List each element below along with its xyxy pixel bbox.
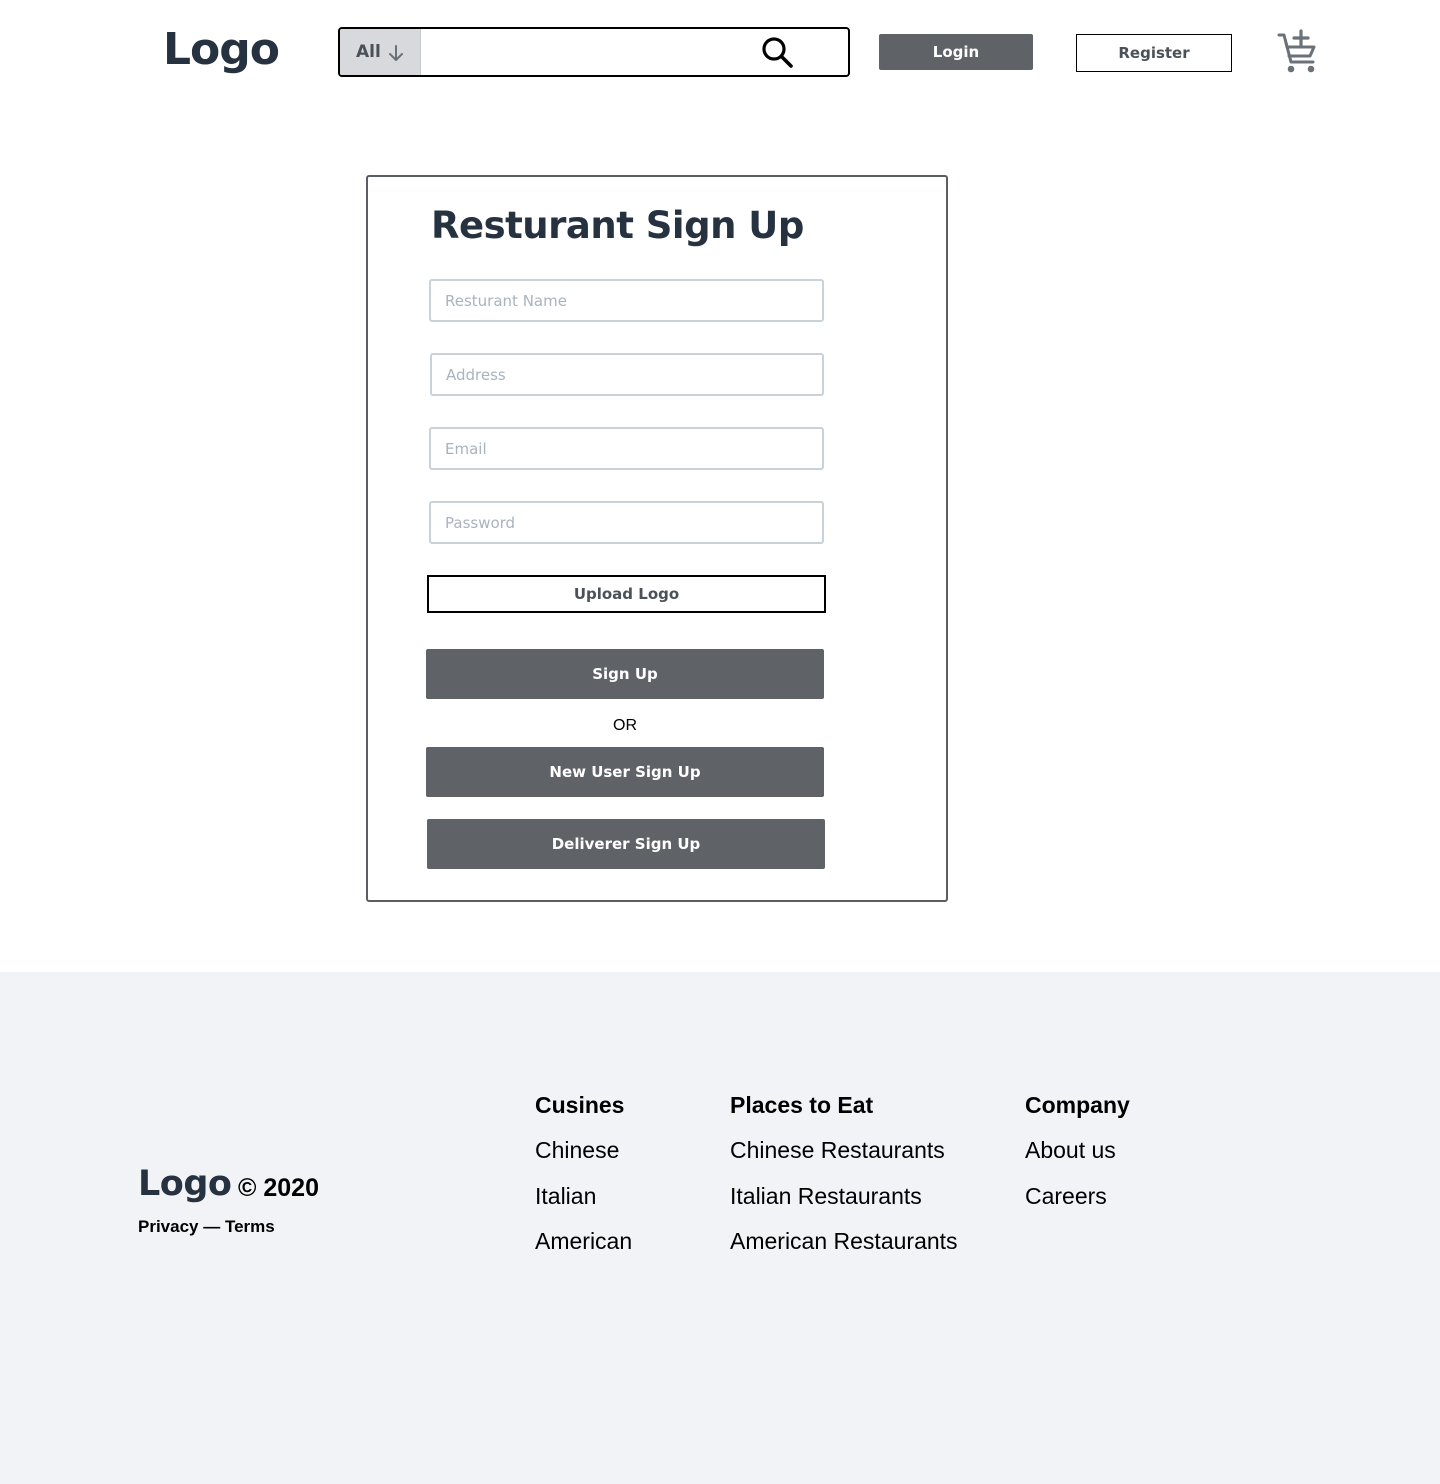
search-input[interactable] [424, 29, 748, 75]
footer-column-title: Company [1025, 1092, 1130, 1118]
footer-column-cuisines: Cusines Chinese Italian American [535, 1090, 632, 1273]
footer-link-chinese[interactable]: Chinese [535, 1136, 632, 1165]
search-category-dropdown[interactable]: All [340, 29, 421, 75]
signup-button[interactable]: Sign Up [426, 649, 824, 699]
footer-column-title: Places to Eat [730, 1092, 874, 1118]
footer-column-company: Company About us Careers [1025, 1090, 1130, 1227]
register-button[interactable]: Register [1076, 34, 1232, 72]
footer-copyright: © 2020 [238, 1174, 319, 1202]
login-button[interactable]: Login [879, 34, 1033, 70]
email-field[interactable] [429, 427, 824, 470]
footer-link-american[interactable]: American [535, 1227, 632, 1256]
footer-link-italian[interactable]: Italian [535, 1182, 632, 1211]
upload-logo-button[interactable]: Upload Logo [427, 575, 826, 613]
footer-link-about-us[interactable]: About us [1025, 1136, 1130, 1165]
new-user-signup-button[interactable]: New User Sign Up [426, 747, 824, 797]
footer-link-careers[interactable]: Careers [1025, 1182, 1130, 1211]
footer-link-american-restaurants[interactable]: American Restaurants [730, 1227, 958, 1256]
footer-link-chinese-restaurants[interactable]: Chinese Restaurants [730, 1136, 958, 1165]
footer-logo[interactable]: Logo [138, 1162, 232, 1206]
footer-column-places: Places to Eat Chinese Restaurants Italia… [730, 1090, 958, 1273]
arrow-down-icon [389, 45, 403, 61]
search-bar: All [338, 27, 850, 77]
password-field[interactable] [429, 501, 824, 544]
address-field[interactable] [430, 353, 824, 396]
footer-legal-links[interactable]: Privacy — Terms [138, 1216, 275, 1238]
cart-add-icon[interactable] [1276, 29, 1322, 75]
signup-title: Resturant Sign Up [431, 204, 804, 247]
search-category-label: All [356, 42, 381, 62]
header-logo[interactable]: Logo [163, 22, 280, 78]
footer-column-title: Cusines [535, 1092, 625, 1118]
or-divider: OR [613, 717, 637, 734]
restaurant-name-field[interactable] [429, 279, 824, 322]
search-icon[interactable] [759, 35, 795, 71]
footer-link-italian-restaurants[interactable]: Italian Restaurants [730, 1182, 958, 1211]
deliverer-signup-button[interactable]: Deliverer Sign Up [427, 819, 825, 869]
